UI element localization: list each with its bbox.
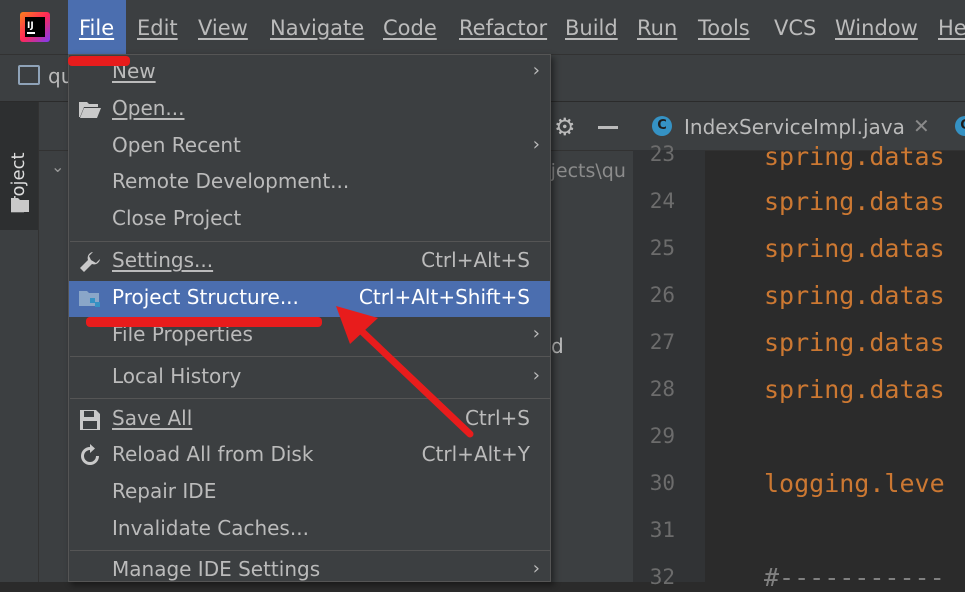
annotation-arrow — [336, 306, 474, 438]
